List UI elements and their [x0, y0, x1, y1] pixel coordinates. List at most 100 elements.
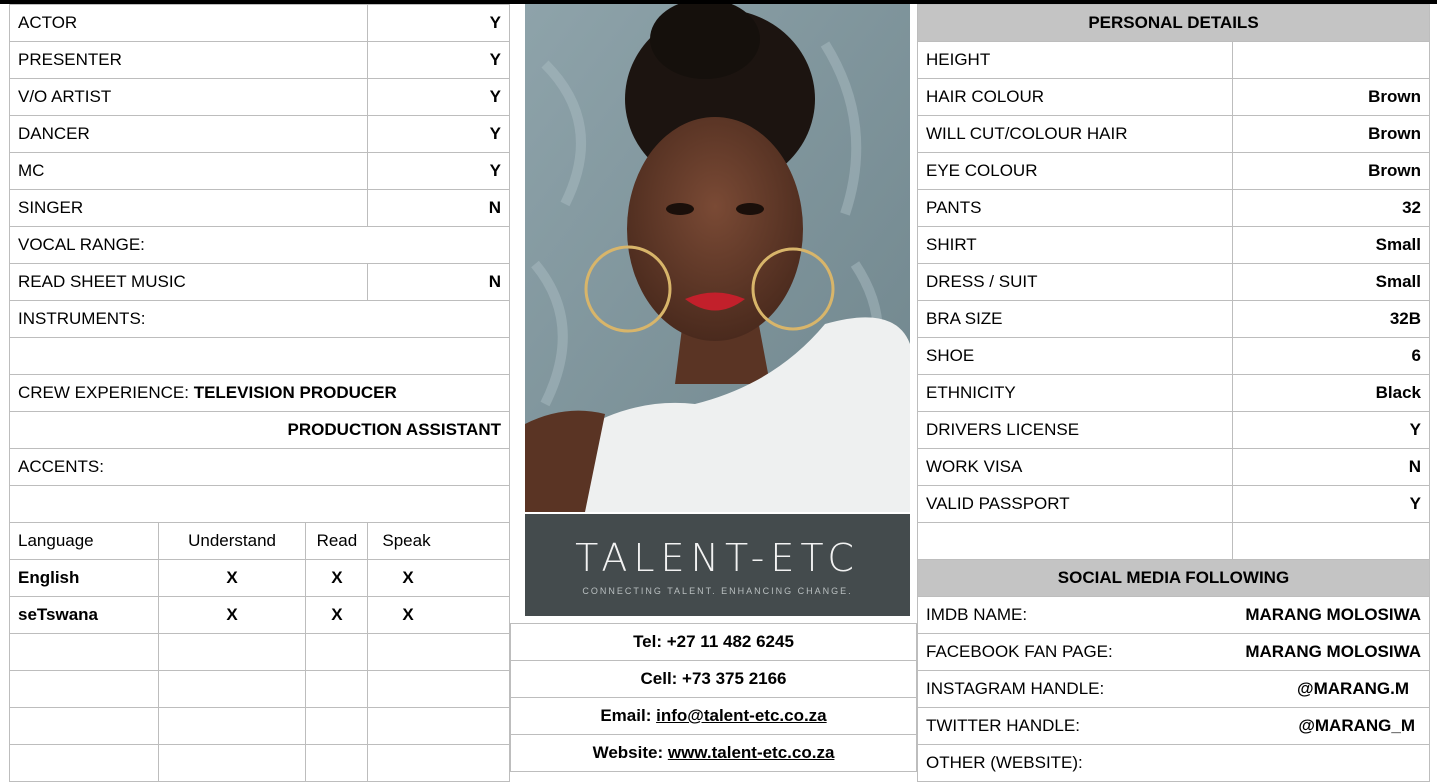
personal-value: Brown	[1232, 78, 1430, 116]
personal-label: SHIRT	[916, 226, 1234, 264]
website-label: Website:	[592, 743, 668, 762]
skill-label: SINGER	[8, 189, 369, 227]
vocal-range-label: VOCAL RANGE:	[9, 226, 510, 264]
read-header: Read	[305, 522, 369, 560]
social-label: FACEBOOK FAN PAGE:	[926, 642, 1113, 661]
empty-row	[9, 707, 510, 745]
personal-label: WORK VISA	[916, 448, 1234, 486]
language-header: Language	[9, 522, 159, 560]
vocal-range-row: VOCAL RANGE:	[9, 226, 510, 264]
social-header-row: SOCIAL MEDIA FOLLOWING	[917, 559, 1430, 597]
skill-row: PRESENTER Y	[8, 41, 510, 79]
personal-label: HAIR COLOUR	[916, 78, 1234, 116]
language-row: seTswana X X X	[9, 596, 510, 634]
crew-role-2: PRODUCTION ASSISTANT	[9, 411, 510, 449]
personal-row: SHOE 6	[916, 337, 1430, 375]
social-value: @MARANG_M	[1298, 716, 1415, 735]
personal-label: ETHNICITY	[916, 374, 1234, 412]
personal-row: BRA SIZE 32B	[916, 300, 1430, 338]
personal-value	[1232, 41, 1430, 79]
personal-label: DRIVERS LICENSE	[916, 411, 1234, 449]
personal-label: DRESS / SUIT	[916, 263, 1234, 301]
social-value: MARANG MOLOSIWA	[1245, 605, 1421, 624]
personal-label: BRA SIZE	[916, 300, 1234, 338]
skill-row: SINGER N	[8, 189, 510, 227]
personal-label: SHOE	[916, 337, 1234, 375]
personal-row: HAIR COLOUR Brown	[916, 78, 1430, 116]
language-name: seTswana	[9, 596, 159, 634]
social-label: TWITTER HANDLE:	[926, 716, 1080, 735]
empty-row	[916, 522, 1430, 560]
empty-row	[9, 633, 510, 671]
empty-row	[9, 744, 510, 782]
skill-value: Y	[367, 4, 510, 42]
personal-details-table: PERSONAL DETAILS HEIGHT HAIR COLOUR Brown…	[916, 4, 1430, 782]
language-understand: X	[157, 596, 307, 634]
skill-value: Y	[367, 115, 510, 153]
personal-label: PANTS	[916, 189, 1234, 227]
social-label: INSTAGRAM HANDLE:	[926, 679, 1105, 698]
social-label: OTHER (WEBSITE):	[926, 753, 1083, 772]
contact-email: Email: info@talent-etc.co.za	[510, 697, 917, 735]
sheet-music-label: READ SHEET MUSIC	[8, 263, 369, 301]
contact-table: Tel: +27 11 482 6245 Cell: +73 375 2166 …	[510, 623, 917, 772]
crew-row: CREW EXPERIENCE: TELEVISION PRODUCER	[9, 374, 510, 412]
social-label: IMDB NAME:	[926, 605, 1028, 624]
personal-label: VALID PASSPORT	[916, 485, 1234, 523]
skills-table: ACTOR Y PRESENTER Y V/O ARTIST Y DANCER …	[8, 4, 510, 782]
headshot-photo	[525, 4, 910, 512]
social-value: MARANG MOLOSIWA	[1245, 642, 1421, 661]
contact-row: Tel: +27 11 482 6245	[510, 623, 917, 661]
skill-label: DANCER	[8, 115, 369, 153]
social-row: INSTAGRAM HANDLE: @MARANG.M	[917, 670, 1430, 708]
sheet-music-value: N	[367, 263, 510, 301]
personal-value: Small	[1232, 226, 1430, 264]
sheet-music-row: READ SHEET MUSIC N	[8, 263, 510, 301]
speak-header: Speak	[367, 522, 510, 560]
social-row: FACEBOOK FAN PAGE: MARANG MOLOSIWA	[917, 633, 1430, 671]
contact-cell: Cell: +73 375 2166	[510, 660, 917, 698]
personal-label: HEIGHT	[916, 41, 1234, 79]
personal-row: HEIGHT	[916, 41, 1430, 79]
personal-label: EYE COLOUR	[916, 152, 1234, 190]
personal-value: Y	[1232, 485, 1430, 523]
personal-value: Small	[1232, 263, 1430, 301]
empty-row	[9, 670, 510, 708]
skill-label: PRESENTER	[8, 41, 369, 79]
personal-row: VALID PASSPORT Y	[916, 485, 1430, 523]
personal-label: WILL CUT/COLOUR HAIR	[916, 115, 1234, 153]
personal-row: WILL CUT/COLOUR HAIR Brown	[916, 115, 1430, 153]
skill-row: ACTOR Y	[8, 4, 510, 42]
crew-role-1: TELEVISION PRODUCER	[193, 383, 397, 402]
social-row: TWITTER HANDLE: @MARANG_M	[917, 707, 1430, 745]
personal-row: ETHNICITY Black	[916, 374, 1430, 412]
skill-label: MC	[8, 152, 369, 190]
website-link[interactable]: www.talent-etc.co.za	[668, 743, 835, 762]
language-name: English	[9, 559, 159, 597]
personal-value: 32	[1232, 189, 1430, 227]
skill-value: N	[367, 189, 510, 227]
instruments-label: INSTRUMENTS:	[9, 300, 510, 338]
personal-value: N	[1232, 448, 1430, 486]
personal-value: 32B	[1232, 300, 1430, 338]
personal-row: DRESS / SUIT Small	[916, 263, 1430, 301]
skill-value: Y	[367, 152, 510, 190]
skill-row: V/O ARTIST Y	[8, 78, 510, 116]
personal-value: Y	[1232, 411, 1430, 449]
contact-tel: Tel: +27 11 482 6245	[510, 623, 917, 661]
personal-row: PANTS 32	[916, 189, 1430, 227]
headshot-illustration	[525, 4, 910, 512]
talent-etc-logo: TALENT-ETC CONNECTING TALENT. ENHANCING …	[525, 514, 910, 616]
accents-label: ACCENTS:	[9, 448, 510, 486]
empty-row	[9, 337, 510, 375]
instruments-row: INSTRUMENTS:	[9, 300, 510, 338]
social-value: @MARANG.M	[1297, 679, 1409, 698]
skill-value: Y	[367, 41, 510, 79]
contact-row: Email: info@talent-etc.co.za	[510, 697, 917, 735]
language-header-row: Language Understand Read Speak	[9, 522, 510, 560]
personal-value: 6	[1232, 337, 1430, 375]
email-link[interactable]: info@talent-etc.co.za	[656, 706, 827, 725]
personal-value: Black	[1232, 374, 1430, 412]
skill-value: Y	[367, 78, 510, 116]
contact-row: Cell: +73 375 2166	[510, 660, 917, 698]
